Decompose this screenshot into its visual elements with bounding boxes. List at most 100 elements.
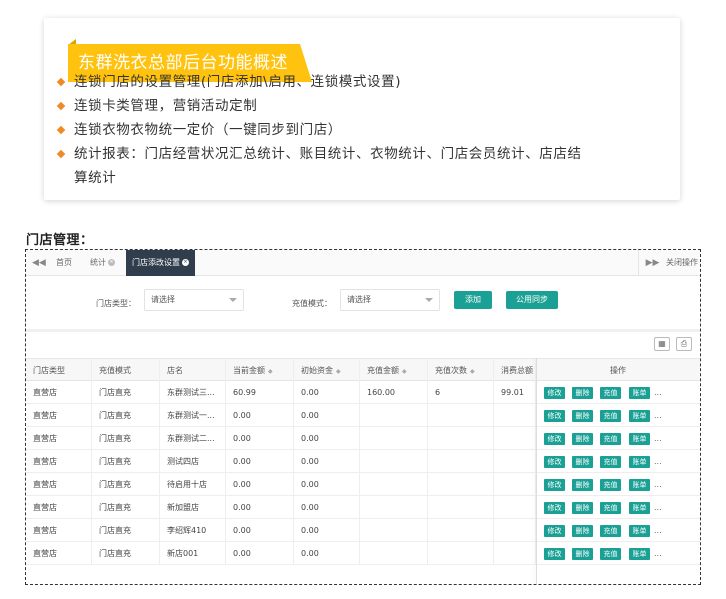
store-type-select[interactable]: 请选择	[144, 289, 244, 311]
sync-button[interactable]: 公用同步	[506, 291, 558, 309]
edit-button[interactable]: 修改	[544, 479, 565, 491]
table-cell	[494, 519, 536, 542]
more-actions[interactable]: ...	[654, 473, 662, 496]
edit-button[interactable]: 修改	[544, 548, 565, 560]
tab-stats[interactable]: 统计 ×	[84, 250, 121, 276]
delete-button[interactable]: 删除	[572, 525, 593, 537]
bill-button[interactable]: 账单	[629, 548, 650, 560]
delete-button[interactable]: 删除	[572, 548, 593, 560]
sort-icon: ◆	[470, 368, 475, 375]
table-cell	[494, 496, 536, 519]
more-actions[interactable]: ...	[654, 542, 662, 565]
table-cell: 直营店	[26, 381, 92, 404]
more-actions[interactable]: ...	[654, 427, 662, 450]
table-cell: 60.99	[226, 381, 294, 404]
bill-button[interactable]: 账单	[629, 433, 650, 445]
more-actions[interactable]: ...	[654, 381, 662, 404]
diamond-bullet-icon	[56, 149, 66, 159]
table-cell: 直营店	[26, 427, 92, 450]
table-cell: 6	[428, 381, 494, 404]
edit-button[interactable]: 修改	[544, 502, 565, 514]
table-cell: 0.00	[226, 519, 294, 542]
recharge-button[interactable]: 充值	[600, 433, 621, 445]
bill-button[interactable]: 账单	[629, 387, 650, 399]
recharge-button[interactable]: 充值	[600, 410, 621, 422]
table-cell: 0.00	[294, 473, 360, 496]
edit-button[interactable]: 修改	[544, 456, 565, 468]
recharge-mode-select[interactable]: 请选择	[340, 289, 440, 311]
delete-button[interactable]: 删除	[572, 456, 593, 468]
header-recharge-count[interactable]: 充值次数 ◆	[428, 359, 494, 382]
header-store-type[interactable]: 门店类型	[26, 359, 92, 382]
columns-icon[interactable]: ▦	[654, 337, 670, 351]
more-actions[interactable]: ...	[654, 519, 662, 542]
close-icon[interactable]: ×	[182, 259, 189, 266]
print-icon[interactable]: ⎙	[676, 337, 692, 351]
edit-button[interactable]: 修改	[544, 433, 565, 445]
table-cell	[428, 542, 494, 565]
bill-button[interactable]: 账单	[629, 502, 650, 514]
table-cell	[428, 519, 494, 542]
tab-scroll-left-icon[interactable]: ◀◀	[32, 250, 46, 276]
recharge-button[interactable]: 充值	[600, 548, 621, 560]
delete-button[interactable]: 删除	[572, 387, 593, 399]
header-store-name[interactable]: 店名	[160, 359, 226, 382]
header-recharge-mode[interactable]: 充值模式	[92, 359, 160, 382]
tab-home[interactable]: 首页	[50, 250, 78, 276]
header-recharge-amount[interactable]: 充值金额 ◆	[360, 359, 428, 382]
header-operations: 操作	[610, 366, 626, 375]
table-cell: 0.00	[226, 427, 294, 450]
tab-store-settings[interactable]: 门店添改设置 ×	[126, 250, 195, 276]
more-actions[interactable]: ...	[654, 404, 662, 427]
table-cell: 门店直充	[92, 427, 160, 450]
close-operations-menu[interactable]: 关闭操作	[666, 250, 698, 276]
feature-item: 统计报表：门店经营状况汇总统计、账目统计、衣物统计、门店会员统计、店店结	[56, 142, 686, 166]
header-initial-funds[interactable]: 初始资金 ◆	[294, 359, 360, 382]
more-actions[interactable]: ...	[654, 496, 662, 519]
table-cell: 0.00	[226, 450, 294, 473]
section-title: 门店管理：	[26, 233, 94, 248]
bill-button[interactable]: 账单	[629, 479, 650, 491]
tab-scroll-right-icon[interactable]: ▶▶	[638, 250, 666, 276]
close-icon[interactable]: ×	[108, 259, 115, 266]
table-cell	[494, 473, 536, 496]
table-cell: 0.00	[294, 427, 360, 450]
edit-button[interactable]: 修改	[544, 387, 565, 399]
delete-button[interactable]: 删除	[572, 410, 593, 422]
delete-button[interactable]: 删除	[572, 502, 593, 514]
edit-button[interactable]: 修改	[544, 410, 565, 422]
delete-button[interactable]: 删除	[572, 433, 593, 445]
add-store-button[interactable]: 添加	[454, 291, 492, 309]
recharge-button[interactable]: 充值	[600, 525, 621, 537]
table-row: 直营店 门店直充 东群测试三... 60.99 0.00 160.00 6 99.01 修改 删除…	[26, 381, 700, 404]
header-current-amount[interactable]: 当前金额 ◆	[226, 359, 294, 382]
table-cell: 160.00	[360, 381, 428, 404]
table-cell: 直营店	[26, 519, 92, 542]
table-cell: 待启用十店	[160, 473, 226, 496]
table-cell	[428, 473, 494, 496]
recharge-button[interactable]: 充值	[600, 456, 621, 468]
more-actions[interactable]: ...	[654, 450, 662, 473]
bill-button[interactable]: 账单	[629, 456, 650, 468]
sort-icon: ◆	[268, 368, 273, 375]
bill-button[interactable]: 账单	[629, 410, 650, 422]
recharge-button[interactable]: 充值	[600, 387, 621, 399]
table-header: 门店类型 充值模式 店名 当前金额 ◆ 初始资金 ◆ 充值金额 ◆ 充值次数 ◆ 消费总…	[26, 358, 700, 382]
table-cell	[360, 473, 428, 496]
header-total-consumption[interactable]: 消费总额	[494, 359, 536, 382]
feature-item: 连锁衣物衣物统一定价（一键同步到门店）	[56, 118, 686, 142]
sort-icon: ◆	[336, 368, 341, 375]
recharge-button[interactable]: 充值	[600, 502, 621, 514]
recharge-mode-label: 充值模式：	[292, 299, 332, 308]
sort-icon: ◆	[402, 368, 407, 375]
table-cell	[360, 450, 428, 473]
table-cell: 0.00	[294, 542, 360, 565]
chevron-down-icon	[229, 298, 237, 302]
table-cell: 0.00	[294, 519, 360, 542]
edit-button[interactable]: 修改	[544, 525, 565, 537]
bill-button[interactable]: 账单	[629, 525, 650, 537]
table-cell: 门店直充	[92, 473, 160, 496]
table-cell: 东群测试三...	[160, 381, 226, 404]
recharge-button[interactable]: 充值	[600, 479, 621, 491]
delete-button[interactable]: 删除	[572, 479, 593, 491]
